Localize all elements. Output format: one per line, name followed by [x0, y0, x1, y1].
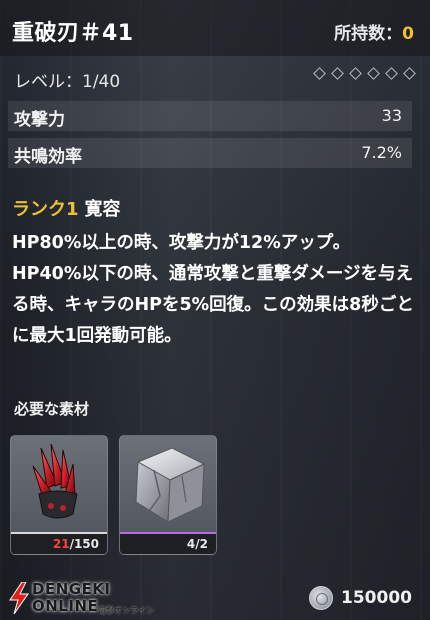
diamond-icon [349, 67, 362, 80]
owned-number: 0 [402, 24, 414, 44]
stat-row-energy-regen: 共鳴効率 7.2% [8, 138, 412, 168]
rank-row: ランク1 寛容 [12, 195, 121, 221]
material-have: 21 [52, 537, 70, 551]
stat-value: 7.2% [361, 143, 402, 162]
diamond-icon [367, 67, 380, 80]
material-count: 21/150 [11, 534, 107, 554]
diamond-icon [313, 67, 326, 80]
owned-label: 所持数： [334, 24, 403, 44]
watermark-line1: DENGEKI [32, 580, 111, 598]
material-card-cube[interactable]: 4/2 [119, 435, 217, 555]
watermark-logo: DENGEKI ONLINE 電撃オンライン [2, 578, 162, 618]
materials-title: 必要な素材 [14, 400, 90, 418]
material-have: 4 [186, 537, 196, 551]
material-count: 4/2 [120, 534, 216, 554]
red-crystal-icon [32, 443, 78, 519]
owned-count: 所持数：0 [334, 19, 414, 44]
weapon-detail-panel: 重破刃＃41 所持数：0 レベル：1/40 攻撃力 33 共鳴効率 7.2% ラ… [0, 0, 430, 620]
header: 重破刃＃41 所持数：0 [0, 0, 430, 56]
stat-label: 共鳴効率 [14, 147, 82, 167]
refine-diamonds [313, 67, 416, 80]
shell-coin-icon [309, 586, 334, 610]
material-card-crystal[interactable]: 21/150 [10, 435, 108, 555]
metal-cube-icon [135, 447, 206, 523]
diamond-icon [385, 67, 398, 80]
diamond-icon [331, 67, 344, 80]
footer: DENGEKI ONLINE 電撃オンライン 150000 [0, 575, 430, 620]
stat-row-attack: 攻撃力 33 [8, 101, 412, 131]
weapon-name: 重破刃＃41 [12, 21, 134, 46]
lightning-logo-icon [9, 582, 29, 614]
rank-name: 寛容 [84, 199, 121, 220]
cost-value: 150000 [341, 588, 412, 608]
skill-description: HP80%以上の時、攻撃力が12%アップ。HP40%以下の時、通常攻撃と重撃ダメ… [12, 233, 414, 346]
stat-value: 33 [381, 106, 402, 125]
level-text: レベル：1/40 [14, 72, 121, 92]
level-row: レベル：1/40 [0, 60, 430, 96]
watermark-small: 電撃オンライン [98, 606, 154, 615]
watermark-line2: ONLINE [32, 597, 99, 615]
stat-label: 攻撃力 [14, 110, 65, 130]
material-need: /150 [69, 537, 99, 551]
material-need: /2 [195, 537, 208, 551]
cost-display: 150000 [309, 586, 412, 610]
diamond-icon [403, 67, 416, 80]
rank-tag: ランク1 [12, 199, 79, 220]
